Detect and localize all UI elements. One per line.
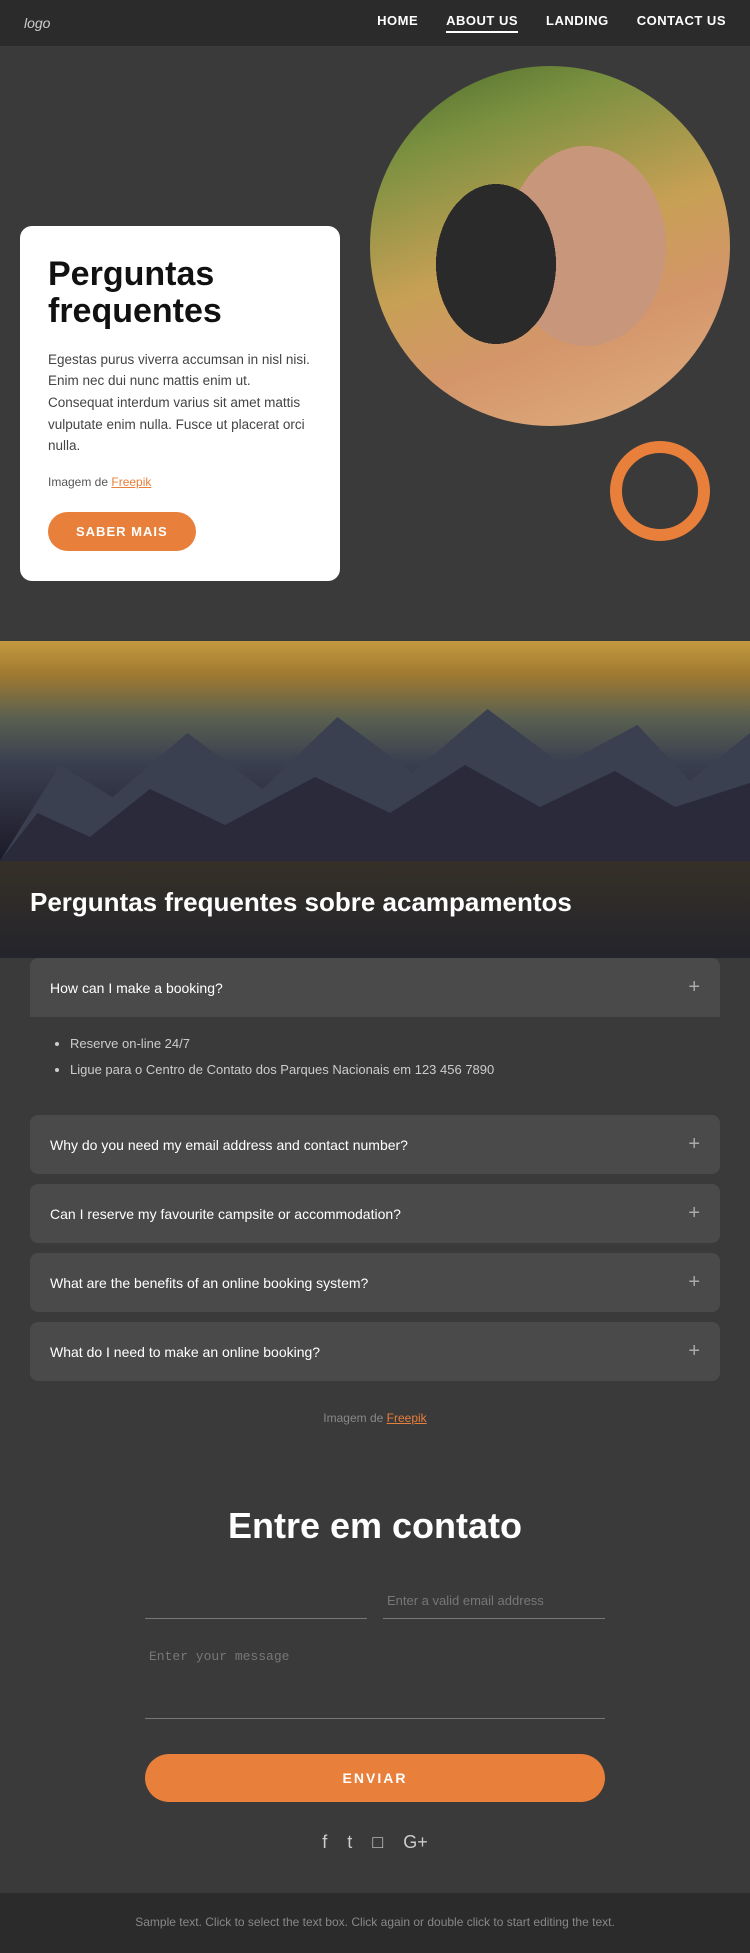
name-field [145,1583,367,1619]
faq-item-2: Why do you need my email address and con… [30,1115,720,1174]
faq-item-5: What do I need to make an online booking… [30,1322,720,1381]
enviar-button[interactable]: ENVIAR [145,1754,605,1802]
name-input[interactable] [145,1583,367,1619]
hero-title: Perguntas frequentes [48,256,312,331]
logo: logo [24,15,50,31]
faq-question-1[interactable]: How can I make a booking? + [30,958,720,1017]
faq-freepik-link[interactable]: Freepik [387,1411,427,1425]
faq-banner: Perguntas frequentes sobre acampamentos [0,857,750,958]
contact-form: ENVIAR [145,1583,605,1802]
faq-answer-item: Ligue para o Centro de Contato dos Parqu… [70,1059,700,1081]
footer-text: Sample text. Click to select the text bo… [20,1913,730,1932]
saber-mais-button[interactable]: SABER MAIS [48,512,196,551]
facebook-icon[interactable]: f [322,1832,327,1853]
contact-title: Entre em contato [30,1505,720,1547]
message-input[interactable] [145,1639,605,1719]
faq-section: How can I make a booking? + Reserve on-l… [0,958,750,1455]
hero-section: Perguntas frequentes Egestas purus viver… [0,46,750,641]
hero-description: Egestas purus viverra accumsan in nisl n… [48,349,312,457]
faq-image-credit: Imagem de Freepik [30,1391,720,1435]
faq-answer-1: Reserve on-line 24/7 Ligue para o Centro… [30,1017,720,1105]
mountain-background [0,641,750,861]
faq-toggle-4[interactable]: + [688,1271,700,1294]
instagram-icon[interactable]: □ [372,1832,383,1853]
faq-item-4: What are the benefits of an online booki… [30,1253,720,1312]
form-top-row [145,1583,605,1639]
faq-item-3: Can I reserve my favourite campsite or a… [30,1184,720,1243]
faq-toggle-3[interactable]: + [688,1202,700,1225]
nav-links: HOME ABOUT US LANDING CONTACT US [377,13,726,33]
nav-contact-us[interactable]: CONTACT US [637,13,726,33]
faq-question-3[interactable]: Can I reserve my favourite campsite or a… [30,1184,720,1243]
googleplus-icon[interactable]: G+ [403,1832,428,1853]
nav-about-us[interactable]: ABOUT US [446,13,518,33]
orange-ring-decoration [610,441,710,541]
faq-toggle-5[interactable]: + [688,1340,700,1363]
contact-section: Entre em contato ENVIAR f t □ G+ [0,1455,750,1893]
twitter-icon[interactable]: t [347,1832,352,1853]
faq-toggle-2[interactable]: + [688,1133,700,1156]
hero-image [370,66,730,426]
people-photo [370,66,730,426]
social-icons: f t □ G+ [30,1832,720,1853]
faq-banner-title: Perguntas frequentes sobre acampamentos [30,887,720,918]
faq-answer-item: Reserve on-line 24/7 [70,1033,700,1055]
faq-question-4[interactable]: What are the benefits of an online booki… [30,1253,720,1312]
faq-toggle-1[interactable]: + [688,976,700,999]
footer: Sample text. Click to select the text bo… [0,1893,750,1952]
nav-home[interactable]: HOME [377,13,418,33]
email-input[interactable] [383,1583,605,1619]
hero-image-credit: Imagem de Freepik [48,473,312,492]
hero-card: Perguntas frequentes Egestas purus viver… [20,226,340,581]
freepik-link[interactable]: Freepik [111,475,151,489]
email-field [383,1583,605,1619]
faq-banner-wrapper: Perguntas frequentes sobre acampamentos [0,641,750,958]
faq-question-2[interactable]: Why do you need my email address and con… [30,1115,720,1174]
faq-item-1: How can I make a booking? + Reserve on-l… [30,958,720,1105]
navigation: logo HOME ABOUT US LANDING CONTACT US [0,0,750,46]
nav-landing[interactable]: LANDING [546,13,609,33]
faq-question-5[interactable]: What do I need to make an online booking… [30,1322,720,1381]
